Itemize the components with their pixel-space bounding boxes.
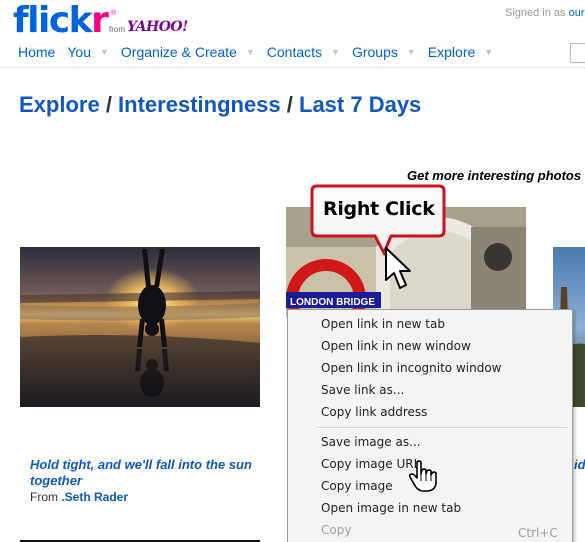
nav-explore-label: Explore — [427, 44, 476, 60]
main-nav: Home You ▼ Organize & Create ▼ Contacts … — [18, 44, 505, 60]
breadcrumb-separator: / — [99, 92, 119, 117]
nav-contacts-label: Contacts — [266, 44, 323, 60]
photo-title-link[interactable]: Hold tight, and we'll fall into the sun … — [30, 457, 260, 489]
chevron-down-icon[interactable]: ▼ — [246, 47, 255, 57]
breadcrumb-last-7-days: Last 7 Days — [299, 92, 422, 117]
menu-save-image-as[interactable]: Save image as... — [321, 431, 421, 453]
chevron-down-icon[interactable]: ▼ — [407, 47, 416, 57]
signed-in-status: Signed in as ouri — [505, 7, 585, 19]
menu-copy-shortcut: Ctrl+C — [518, 526, 558, 540]
signed-in-user-link[interactable]: ouri — [569, 7, 585, 19]
page-title: Explore / Interestingness / Last 7 Days — [19, 92, 421, 118]
promo-link[interactable]: Get more interesting photos — [407, 168, 581, 183]
nav-you-label: You — [67, 44, 91, 60]
menu-open-link-new-tab[interactable]: Open link in new tab — [321, 313, 445, 335]
breadcrumb-explore[interactable]: Explore — [19, 92, 100, 117]
logo-text-blue: flick — [13, 0, 93, 41]
signed-in-label: Signed in as — [505, 7, 566, 19]
logo-from-label: from — [109, 25, 125, 34]
author-link[interactable]: .Seth Rader — [61, 490, 128, 504]
nav-home[interactable]: Home — [18, 44, 55, 60]
flickr-logo[interactable]: flickr — [13, 0, 109, 41]
menu-separator — [317, 427, 567, 429]
photo-attribution: From .Seth Rader — [30, 490, 128, 504]
photo-thumbnail-handstand[interactable] — [20, 247, 260, 407]
menu-copy-image[interactable]: Copy image — [321, 475, 393, 497]
nav-explore[interactable]: Explore ▼ — [428, 44, 493, 60]
breadcrumb-separator: / — [280, 92, 299, 117]
right-click-callout-text: Right Click — [323, 198, 435, 220]
logo-registered-mark: ® — [111, 10, 117, 17]
nav-you[interactable]: You ▼ — [67, 44, 109, 60]
menu-save-link-as[interactable]: Save link as... — [321, 379, 404, 401]
nav-groups-label: Groups — [351, 44, 398, 60]
nav-contacts[interactable]: Contacts ▼ — [267, 44, 340, 60]
menu-copy-link-address[interactable]: Copy link address — [321, 401, 427, 423]
menu-open-link-incognito[interactable]: Open link in incognito window — [321, 357, 501, 379]
photo-handstand-image — [20, 247, 260, 407]
logo-text-pink: r — [91, 0, 109, 41]
hand-pointer-icon — [408, 460, 437, 492]
breadcrumb-interestingness[interactable]: Interestingness — [118, 92, 281, 117]
browser-context-menu: Open link in new tab Open link in new wi… — [287, 309, 573, 542]
search-input[interactable] — [570, 43, 585, 63]
menu-copy: Copy — [321, 523, 352, 537]
yahoo-logo: YAHOO! — [127, 19, 188, 35]
menu-open-link-new-window[interactable]: Open link in new window — [321, 335, 471, 357]
arrow-cursor-icon — [385, 247, 411, 289]
photo-title-link-partial[interactable]: id — [574, 457, 585, 472]
chevron-down-icon[interactable]: ▼ — [100, 47, 109, 57]
from-label: From — [30, 490, 58, 504]
nav-home-label: Home — [18, 44, 56, 60]
nav-organize-create[interactable]: Organize & Create ▼ — [121, 44, 255, 60]
nav-groups[interactable]: Groups ▼ — [352, 44, 416, 60]
chevron-down-icon[interactable]: ▼ — [331, 47, 340, 57]
nav-organize-label: Organize & Create — [120, 44, 237, 60]
menu-open-image-new-tab[interactable]: Open image in new tab — [321, 497, 461, 519]
chevron-down-icon[interactable]: ▼ — [484, 47, 493, 57]
menu-copy-image-url[interactable]: Copy image URL — [321, 453, 420, 475]
header-divider — [0, 67, 585, 68]
right-click-callout — [310, 184, 446, 257]
london-bridge-sign-text: LONDON BRIDGE — [290, 297, 375, 308]
